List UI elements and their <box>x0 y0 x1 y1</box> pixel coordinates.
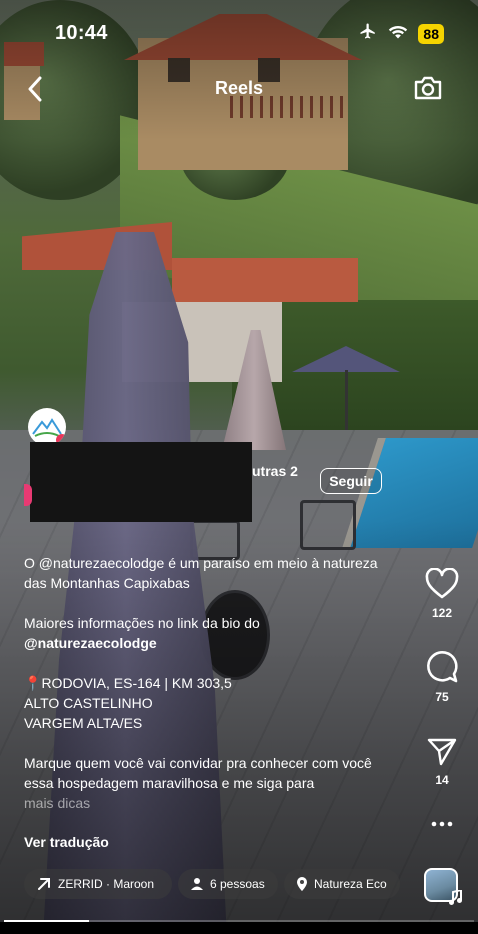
like-count: 122 <box>431 606 453 620</box>
caption-line: 📍RODOVIA, ES-164 | KM 303,5 <box>24 675 232 691</box>
people-chip-label: 6 pessoas <box>210 877 265 891</box>
caption-line: Maiores informações no link da bio do <box>24 615 260 631</box>
share-count: 14 <box>435 773 449 787</box>
caption-line: ALTO CASTELINHO <box>24 695 153 711</box>
caption-line: O @naturezaecolodge é um paraíso em meio… <box>24 555 378 591</box>
caption-line: VARGEM ALTA/ES <box>24 715 143 731</box>
people-tag-chip[interactable]: 6 pessoas <box>178 869 278 899</box>
send-icon <box>427 738 457 766</box>
status-time: 10:44 <box>55 22 108 44</box>
location-chip-label: Natureza Eco <box>314 877 387 891</box>
author-avatar[interactable] <box>28 408 66 446</box>
caption-line: mais dicas <box>24 795 91 811</box>
comment-count: 75 <box>435 690 449 704</box>
music-chip-label: ZERRID · Maroon <box>58 877 155 891</box>
mention-link[interactable]: @naturezaecolodge <box>24 633 384 653</box>
wifi-icon <box>388 23 408 44</box>
collab-text[interactable]: utras 2 <box>252 463 298 479</box>
more-dots-icon <box>431 821 453 827</box>
location-pin-icon <box>297 877 307 891</box>
music-note-icon <box>449 890 462 905</box>
comment-button[interactable]: 75 <box>420 650 464 704</box>
see-translation-link[interactable]: Ver tradução <box>24 834 109 850</box>
like-button[interactable]: 122 <box>420 568 464 620</box>
location-chip[interactable]: Natureza Eco <box>284 869 400 899</box>
share-button[interactable]: 14 <box>420 737 464 787</box>
audio-thumbnail[interactable] <box>424 868 462 905</box>
battery-indicator: 88 <box>418 23 444 44</box>
caption-line: Marque quem você vai convidar pra conhec… <box>24 755 372 791</box>
page-title: Reels <box>214 78 264 98</box>
mention-link[interactable]: @naturezaecolodge <box>39 555 165 571</box>
follow-button[interactable]: Seguir <box>320 468 382 494</box>
collab-avatar-edge <box>24 484 32 506</box>
music-chip[interactable]: ZERRID · Maroon <box>24 869 172 899</box>
arrow-up-right-icon <box>38 878 50 890</box>
redacted-author-block <box>30 442 252 522</box>
reel-caption[interactable]: O @naturezaecolodge é um paraíso em meio… <box>24 553 384 813</box>
person-icon <box>191 878 203 890</box>
status-icons: 88 <box>358 22 444 45</box>
more-options-button[interactable] <box>420 820 464 828</box>
camera-icon <box>414 76 442 100</box>
camera-button[interactable] <box>412 72 444 104</box>
heart-icon <box>425 568 459 599</box>
comment-icon <box>427 651 458 683</box>
airplane-icon <box>358 22 378 45</box>
pin-icon: 📍 <box>24 675 42 691</box>
